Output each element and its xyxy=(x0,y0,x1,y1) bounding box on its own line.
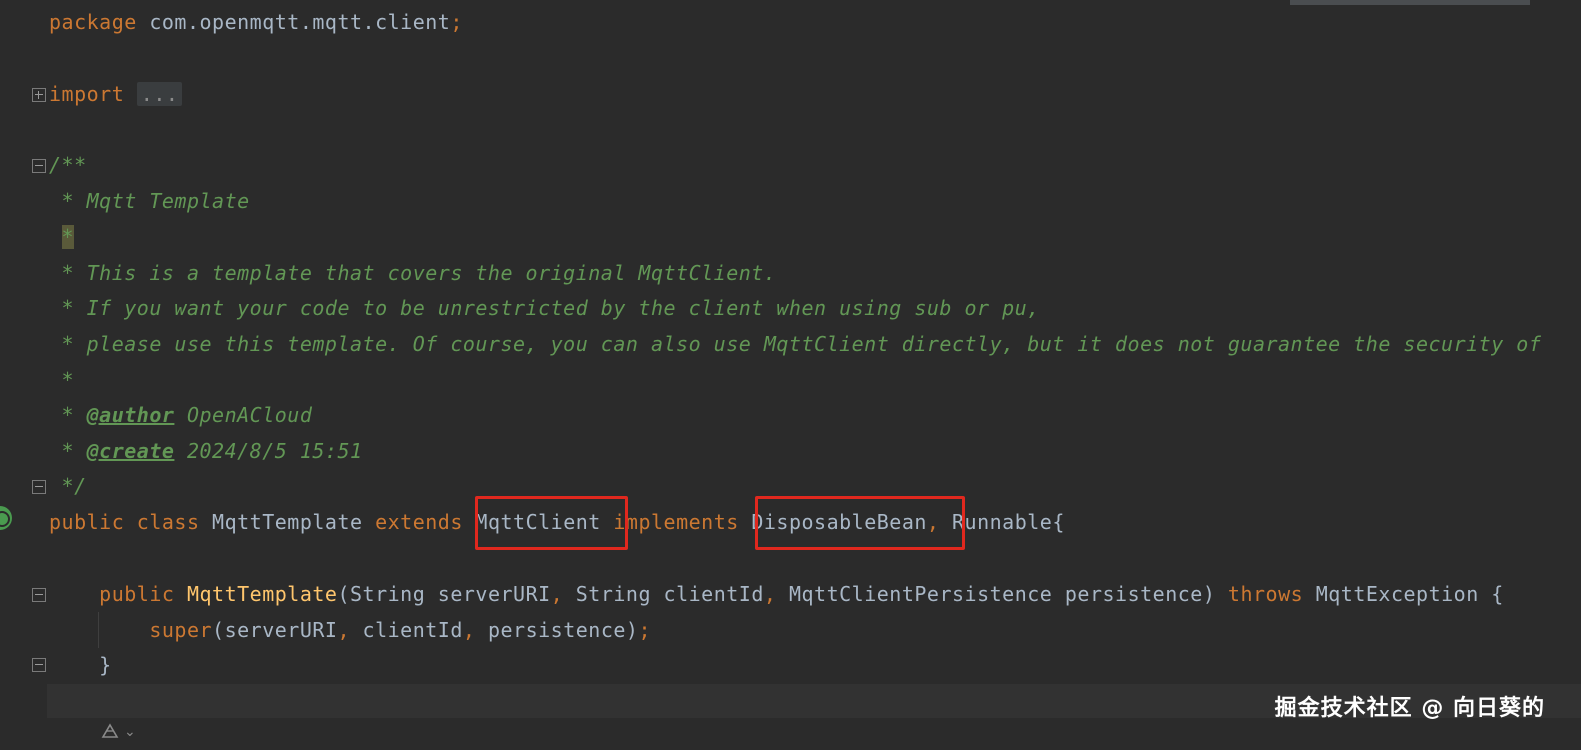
javadoc-tag: @author xyxy=(86,403,175,427)
code-line-doc[interactable]: * xyxy=(49,219,75,255)
caret-highlight: * xyxy=(61,225,75,249)
folded-imports[interactable]: ... xyxy=(136,82,183,106)
collapse-fold-icon[interactable] xyxy=(32,480,46,494)
code-line-doc[interactable]: * please use this template. Of course, y… xyxy=(49,326,1541,362)
code-line-doc[interactable]: * This is a template that covers the ori… xyxy=(49,255,776,291)
code-line-doc[interactable]: * xyxy=(49,362,74,398)
code-line-doc-create[interactable]: * @create 2024/8/5 15:51 xyxy=(49,433,363,469)
javadoc-tag: @create xyxy=(86,439,175,463)
ai-inlay-hint[interactable]: ⌄ xyxy=(100,718,136,746)
expand-fold-icon[interactable] xyxy=(32,88,46,102)
collapse-fold-icon[interactable] xyxy=(32,588,46,602)
collapse-fold-icon[interactable] xyxy=(32,159,46,173)
editor-gutter xyxy=(0,0,47,750)
chevron-down-icon: ⌄ xyxy=(124,724,136,740)
code-line-super-call[interactable]: super(serverURI, clientId, persistence); xyxy=(49,612,651,648)
highlight-box-disposablebean xyxy=(755,496,965,550)
editor-scrollbar-thumb[interactable] xyxy=(1290,0,1530,5)
code-line-constructor[interactable]: public MqttTemplate(String serverURI, St… xyxy=(49,576,1504,612)
code-editor[interactable]: package com.openmqtt.mqtt.client; import… xyxy=(0,0,1581,750)
code-line-import[interactable]: import ... xyxy=(49,76,183,112)
code-line-close-brace[interactable]: } xyxy=(49,647,112,683)
code-line-doc-author[interactable]: * @author OpenACloud xyxy=(49,397,312,433)
code-line-package[interactable]: package com.openmqtt.mqtt.client; xyxy=(49,4,463,40)
watermark: 掘金技术社区 @ 向日葵的 xyxy=(1274,696,1545,721)
highlight-box-mqttclient xyxy=(475,496,628,550)
code-line-doc-close[interactable]: */ xyxy=(49,468,87,504)
code-line-doc[interactable]: * If you want your code to be unrestrict… xyxy=(49,290,1040,326)
code-line-doc[interactable]: * Mqtt Template xyxy=(49,183,250,219)
collapse-fold-icon[interactable] xyxy=(32,658,46,672)
ai-assistant-icon xyxy=(101,723,119,738)
code-line-doc-open[interactable]: /** xyxy=(49,147,87,183)
